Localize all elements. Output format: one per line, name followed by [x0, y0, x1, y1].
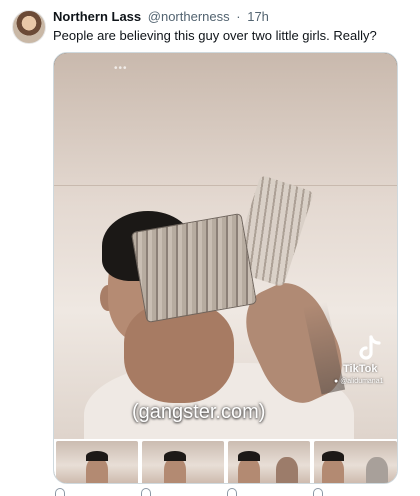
author-handle[interactable]: @northerness: [148, 9, 230, 24]
tweet-text: People are believing this guy over two l…: [53, 28, 377, 43]
tiktok-watermark-label: TikTok: [343, 363, 378, 375]
views-icon[interactable]: [313, 488, 323, 496]
tweet-video[interactable]: ••• TikTok ● @alidumana1 (gangster.com): [53, 52, 398, 484]
tweet[interactable]: Northern Lass @northerness · 17h People …: [0, 0, 420, 496]
user-icon: ●: [334, 378, 339, 385]
retweet-icon[interactable]: [141, 488, 151, 496]
scrubber-thumbnail[interactable]: [228, 441, 310, 483]
scrubber-thumbnail[interactable]: [314, 441, 397, 483]
tweet-header: Northern Lass @northerness · 17h: [53, 9, 269, 24]
tiktok-logo-icon: [359, 335, 381, 360]
tiktok-username: @alidumana1: [340, 378, 384, 385]
person-hand: [124, 303, 234, 403]
author-name[interactable]: Northern Lass: [53, 9, 141, 24]
tweet-timestamp[interactable]: 17h: [247, 9, 269, 24]
tiktok-watermark-user: ● @alidumana1: [334, 378, 384, 385]
reply-icon[interactable]: [55, 488, 65, 496]
scrubber-thumbnail[interactable]: [142, 441, 224, 483]
author-avatar[interactable]: [12, 10, 46, 44]
banknote-stack: [132, 214, 256, 322]
ceiling-line: [54, 185, 397, 186]
header-separator: ·: [236, 9, 241, 24]
video-caption: (gangster.com): [132, 401, 266, 423]
scrubber-thumbnail[interactable]: [56, 441, 138, 483]
tweet-actions: [53, 488, 398, 496]
like-icon[interactable]: [227, 488, 237, 496]
video-top-indicator: •••: [114, 63, 128, 74]
